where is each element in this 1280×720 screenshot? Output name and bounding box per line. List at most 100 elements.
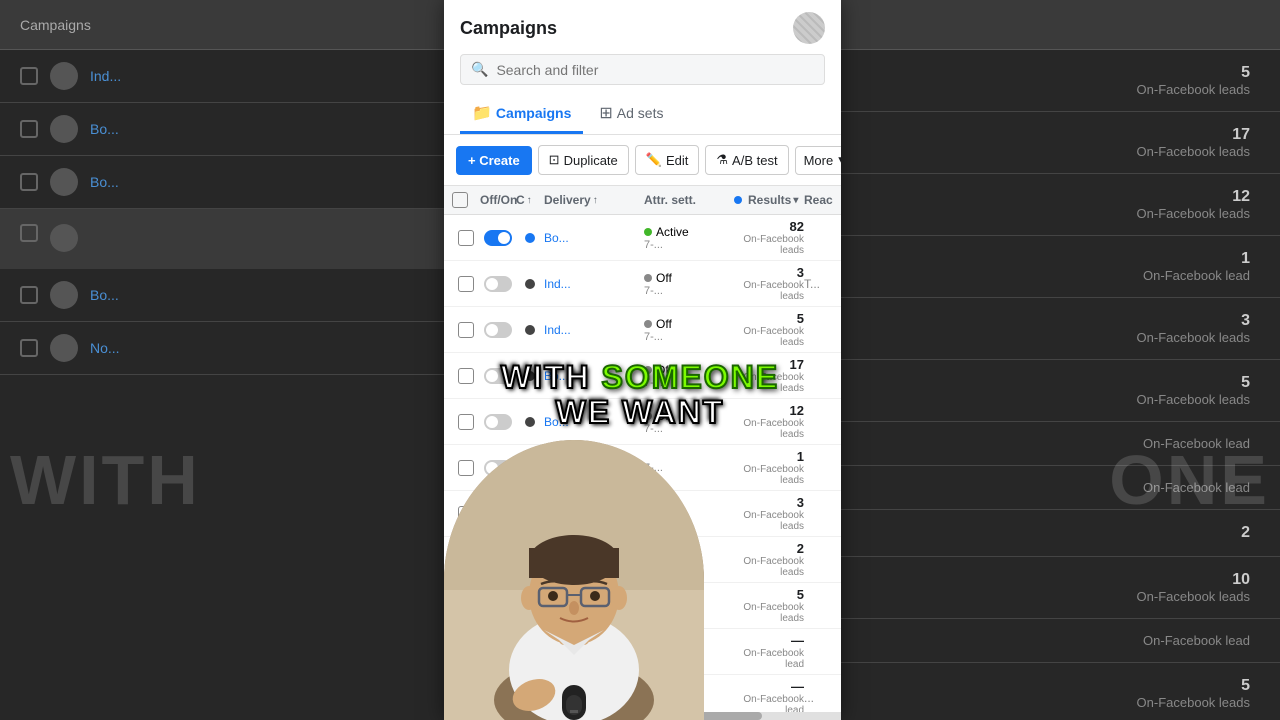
- row1-toggle[interactable]: [484, 230, 512, 246]
- row6-result-label: On-Facebook leads: [734, 464, 804, 486]
- row5-toggle-cell[interactable]: [480, 414, 516, 430]
- row1-checkbox[interactable]: [458, 230, 474, 246]
- row2-checkbox[interactable]: [458, 276, 474, 292]
- col-reach-header[interactable]: Reac: [804, 193, 841, 207]
- ab-test-button[interactable]: ⚗ A/B test: [705, 145, 788, 175]
- row2-toggle[interactable]: [484, 276, 512, 292]
- row1-dot: [525, 233, 535, 243]
- row7-result-label: On-Facebook leads: [734, 510, 804, 532]
- person-background: [444, 440, 704, 720]
- row5-checkbox-cell[interactable]: [452, 414, 480, 430]
- col-attr-header[interactable]: Attr. sett.: [644, 193, 734, 207]
- col-c-header[interactable]: C ↑: [516, 193, 544, 207]
- row2-dot: [525, 279, 535, 289]
- bg-left-item-4: Bo...: [90, 287, 119, 303]
- col-c-sort-icon: ↑: [527, 195, 532, 206]
- more-dropdown-icon: ▼: [836, 155, 841, 166]
- row3-dot-cell: [516, 325, 544, 335]
- col-results-header[interactable]: Results ▾: [734, 193, 804, 207]
- bg-right-num-6: 5: [870, 374, 1250, 392]
- row4-results: 17 On-Facebook leads: [734, 357, 804, 394]
- more-button[interactable]: More ▼: [795, 146, 841, 175]
- row2-result-label: On-Facebook leads: [734, 280, 804, 302]
- row6-result-num: 1: [797, 449, 804, 464]
- search-bar[interactable]: 🔍: [460, 54, 825, 85]
- row1-checkbox-cell[interactable]: [452, 230, 480, 246]
- bg-text-with: WITH: [10, 440, 201, 520]
- row5-result-label: On-Facebook leads: [734, 418, 804, 440]
- row8-result-label: On-Facebook leads: [734, 556, 804, 578]
- row1-dot-cell: [516, 233, 544, 243]
- row4-status-dot: [644, 366, 652, 374]
- row3-name[interactable]: Ind...: [544, 323, 644, 337]
- select-all-checkbox[interactable]: [452, 192, 468, 208]
- row5-checkbox[interactable]: [458, 414, 474, 430]
- col-delivery-sort-icon: ↑: [593, 195, 598, 206]
- row4-checkbox-cell[interactable]: [452, 368, 480, 384]
- row5-toggle[interactable]: [484, 414, 512, 430]
- row5-status-dot: [644, 412, 652, 420]
- row3-checkbox[interactable]: [458, 322, 474, 338]
- row4-result-num: 17: [790, 357, 804, 372]
- bg-right-num-2: 17: [870, 126, 1250, 144]
- col-delivery-label: Delivery: [544, 193, 591, 207]
- row3-toggle[interactable]: [484, 322, 512, 338]
- col-delivery-header[interactable]: Delivery ↑: [544, 193, 644, 207]
- bg-right-num-9: 2: [870, 524, 1250, 542]
- row3-delivery: Off 7-...: [644, 317, 734, 343]
- bg-left-item-3: Bo...: [90, 174, 119, 190]
- ab-test-label: A/B test: [732, 153, 778, 168]
- col-checkbox-header[interactable]: [452, 192, 480, 208]
- row4-toggle[interactable]: [484, 368, 512, 384]
- row2-toggle-cell[interactable]: [480, 276, 516, 292]
- col-offon-header: Off/On: [480, 193, 516, 207]
- row5-name[interactable]: Bo...: [544, 415, 644, 429]
- row3-result-label: On-Facebook leads: [734, 326, 804, 348]
- tab-adsets-label: Ad sets: [617, 105, 664, 121]
- row4-name[interactable]: Bo...: [544, 369, 644, 383]
- bg-right-label-3: On-Facebook leads: [870, 206, 1250, 221]
- toolbar: + Create ⊡ Duplicate ✏️ Edit ⚗ A/B test …: [444, 135, 841, 186]
- row3-checkbox-cell[interactable]: [452, 322, 480, 338]
- edit-button[interactable]: ✏️ Edit: [635, 145, 700, 175]
- row5-dot: [525, 417, 535, 427]
- adsets-icon: ⊞: [599, 103, 612, 123]
- row11-reach: ...: [804, 691, 841, 705]
- row2-checkbox-cell[interactable]: [452, 276, 480, 292]
- col-results-label: Results: [748, 193, 791, 207]
- row3-toggle-cell[interactable]: [480, 322, 516, 338]
- row2-name[interactable]: Ind...: [544, 277, 644, 291]
- bg-right-num-10: 10: [870, 571, 1250, 589]
- table-row: Ind... Off 7-... 3 On-Facebook leads T..…: [444, 261, 841, 307]
- row1-status-dot: [644, 228, 652, 236]
- search-input[interactable]: [496, 62, 814, 78]
- row2-attr: 7-...: [644, 285, 734, 297]
- row3-result-num: 5: [797, 311, 804, 326]
- row4-toggle-cell[interactable]: [480, 368, 516, 384]
- row2-reach: T...: [804, 277, 841, 291]
- row1-attr: 7-...: [644, 239, 734, 251]
- background-right-items: 5 On-Facebook leads 17 On-Facebook leads…: [840, 0, 1280, 720]
- create-button[interactable]: + Create: [456, 146, 532, 175]
- row1-delivery-label: Active: [656, 225, 689, 239]
- row5-dot-cell: [516, 417, 544, 427]
- tab-adsets[interactable]: ⊞ Ad sets: [587, 95, 675, 134]
- row4-checkbox[interactable]: [458, 368, 474, 384]
- duplicate-button[interactable]: ⊡ Duplicate: [538, 145, 629, 175]
- row10-results: — On-Facebook lead: [734, 633, 804, 670]
- row4-result-label: On-Facebook leads: [734, 372, 804, 394]
- row1-name[interactable]: Bo...: [544, 231, 644, 245]
- row2-results: 3 On-Facebook leads: [734, 265, 804, 302]
- tabs-row: 📁 Campaigns ⊞ Ad sets: [460, 95, 825, 134]
- row11-result-num: —: [791, 679, 804, 694]
- bg-right-label-11: On-Facebook lead: [870, 633, 1250, 648]
- table-row: Bo... Off 7-... 12 On-Facebook leads: [444, 399, 841, 445]
- panel-title: Campaigns: [460, 18, 785, 39]
- table-row: Bo... Active 7-... 82 On-Facebook leads: [444, 215, 841, 261]
- row8-result-num: 2: [797, 541, 804, 556]
- row4-dot-cell: [516, 371, 544, 381]
- row1-delivery: Active 7-...: [644, 225, 734, 251]
- row10-result-label: On-Facebook lead: [734, 648, 804, 670]
- tab-campaigns[interactable]: 📁 Campaigns: [460, 95, 583, 134]
- row1-toggle-cell[interactable]: [480, 230, 516, 246]
